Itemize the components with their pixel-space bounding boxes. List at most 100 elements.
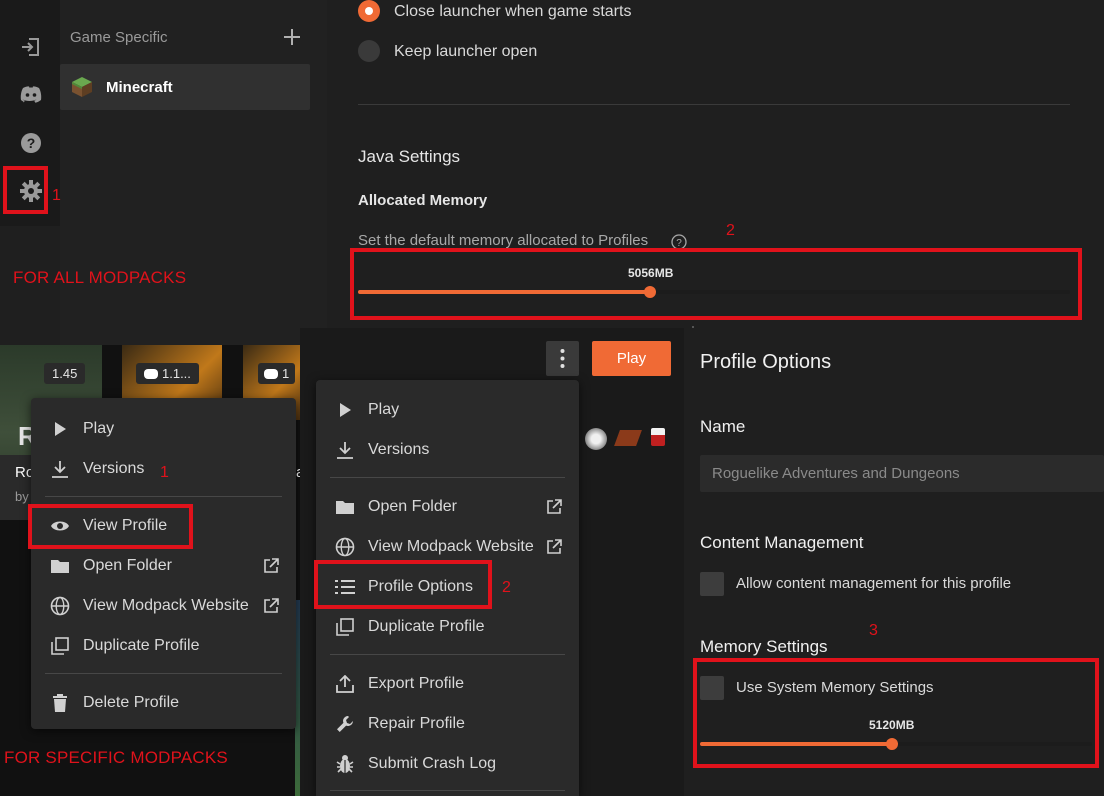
menu-item-play[interactable]: Play (31, 409, 296, 449)
annotation-number: 1 (160, 464, 169, 481)
external-link-icon (547, 539, 562, 554)
annotation-number: 2 (502, 579, 511, 596)
discord-icon[interactable] (18, 82, 44, 108)
folder-icon (334, 496, 356, 518)
annotation-box-memory-slider (350, 248, 1082, 320)
mod-icon (585, 428, 607, 450)
menu-item-open-folder[interactable]: Open Folder (316, 487, 579, 527)
globe-icon (334, 536, 356, 558)
play-icon (49, 418, 71, 440)
name-field[interactable]: Roguelike Adventures and Dungeons (700, 455, 1104, 492)
annotation-box-profile-options (314, 560, 492, 609)
sidebar-section-title: Game Specific (70, 29, 168, 46)
menu-item-versions[interactable]: Versions (316, 430, 579, 470)
menu-item-label: Delete Profile (83, 694, 180, 711)
menu-item-duplicate-profile[interactable]: Duplicate Profile (316, 607, 579, 647)
menu-separator (330, 654, 565, 655)
controller-icon (144, 369, 158, 379)
sidebar-item-minecraft[interactable] (60, 64, 310, 110)
duplicate-icon (49, 635, 71, 657)
menu-item-label: Versions (83, 460, 145, 477)
folder-icon (49, 555, 71, 577)
memory-description: Set the default memory allocated to Prof… (358, 232, 649, 249)
external-link-icon (264, 558, 279, 573)
trash-icon (49, 692, 71, 714)
sidebar-item-label: Minecraft (106, 79, 173, 96)
version-badge: 1.45 (44, 363, 86, 384)
annotation-box-memory-settings (693, 658, 1099, 768)
version-badge: 1 (258, 363, 296, 384)
menu-separator (45, 673, 282, 674)
content-management-heading: Content Management (700, 533, 864, 552)
annotation-number: 3 (869, 622, 878, 639)
menu-item-duplicate-profile[interactable]: Duplicate Profile (31, 626, 296, 666)
divider (358, 104, 1070, 105)
duplicate-icon (334, 616, 356, 638)
memory-settings-heading: Memory Settings (700, 637, 828, 656)
menu-item-export-profile[interactable]: Export Profile (316, 664, 579, 704)
version-badge: 1.1... (136, 363, 199, 384)
tile-partial-text: by (15, 489, 29, 504)
menu-item-label: View Modpack Website (83, 597, 249, 614)
allocated-memory-heading: Allocated Memory (358, 192, 488, 209)
checkbox-label: Allow content management for this profil… (736, 575, 1012, 592)
radio-keep-launcher[interactable] (358, 40, 380, 62)
menu-item-label: Submit Crash Log (368, 755, 497, 772)
annotation-caption: FOR ALL MODPACKS (13, 268, 187, 287)
radio-close-launcher[interactable] (358, 0, 380, 22)
name-label: Name (700, 417, 746, 436)
menu-item-label: Open Folder (83, 557, 172, 574)
menu-separator (45, 496, 282, 497)
external-link-icon (264, 598, 279, 613)
radio-label: Close launcher when game starts (394, 3, 632, 20)
svg-text:?: ? (27, 135, 36, 151)
globe-icon (49, 595, 71, 617)
annotation-box-view-profile (28, 504, 193, 549)
name-field-value: Roguelike Adventures and Dungeons (712, 465, 960, 482)
menu-item-view-modpack-website[interactable]: View Modpack Website (31, 586, 296, 626)
menu-separator (330, 477, 565, 478)
minecraft-grass-block-icon (71, 76, 93, 98)
version-badge-label: 1.1... (162, 366, 191, 381)
bug-icon (334, 753, 356, 775)
help-icon[interactable]: ? (18, 130, 44, 156)
play-icon (334, 399, 356, 421)
menu-item-label: Play (83, 420, 115, 437)
menu-item-label: Versions (368, 441, 430, 458)
download-icon (334, 439, 356, 461)
more-vertical-icon (560, 349, 565, 368)
radio-label: Keep launcher open (394, 43, 538, 60)
menu-item-label: Open Folder (368, 498, 457, 515)
menu-item-open-folder[interactable]: Open Folder (31, 546, 296, 586)
content-management-checkbox[interactable] (700, 572, 724, 596)
menu-item-delete-profile[interactable]: Delete Profile (31, 683, 296, 723)
annotation-box-settings (3, 166, 48, 214)
java-settings-heading: Java Settings (358, 147, 461, 166)
external-link-icon (547, 499, 562, 514)
menu-item-submit-crash-log[interactable]: Submit Crash Log (316, 744, 579, 784)
menu-item-label: Duplicate Profile (368, 618, 485, 635)
menu-item-label: View Modpack Website (368, 538, 534, 555)
menu-separator (330, 790, 565, 791)
controller-icon (264, 369, 278, 379)
play-button[interactable]: Play (592, 341, 671, 376)
version-badge-label: 1 (282, 366, 290, 381)
profile-options-title: Profile Options (700, 351, 832, 373)
menu-item-label: Export Profile (368, 675, 465, 692)
mod-icon (651, 428, 665, 446)
upload-icon (334, 673, 356, 695)
menu-item-label: Duplicate Profile (83, 637, 200, 654)
annotation-number: 2 (726, 222, 735, 239)
annotation-number: 1 (52, 187, 61, 204)
menu-item-play[interactable]: Play (316, 390, 579, 430)
more-options-button[interactable] (546, 341, 579, 376)
annotation-caption: FOR SPECIFIC MODPACKS (4, 748, 228, 767)
context-menu-left: Play Versions View Profile Open Folder V… (31, 398, 296, 729)
add-icon[interactable] (281, 26, 303, 48)
login-icon[interactable] (18, 34, 44, 60)
menu-item-label: Repair Profile (368, 715, 465, 732)
download-icon (49, 458, 71, 480)
menu-item-repair-profile[interactable]: Repair Profile (316, 704, 579, 744)
menu-item-label: Play (368, 401, 400, 418)
wrench-icon (334, 713, 356, 735)
